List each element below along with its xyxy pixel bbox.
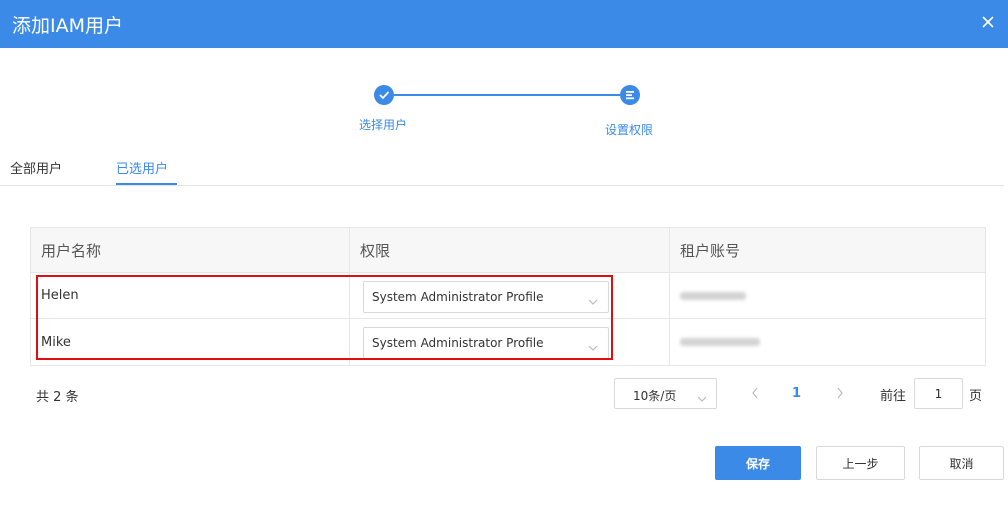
permission-select[interactable]: System Administrator Profile (363, 281, 609, 313)
table-row: Mike System Administrator Profile (31, 319, 985, 365)
total-count: 共 2 条 (36, 390, 79, 405)
step-label-set-permission: 设置权限 (605, 123, 654, 137)
save-button[interactable]: 保存 (715, 446, 801, 480)
prev-page-icon[interactable] (747, 383, 763, 403)
check-icon (374, 85, 394, 105)
dialog-title-bar: 添加IAM用户 (0, 0, 1008, 48)
permission-select-value: System Administrator Profile (372, 290, 544, 304)
username-cell: Helen (41, 288, 79, 303)
tenant-account-redacted (680, 338, 760, 346)
permission-select[interactable]: System Administrator Profile (363, 327, 609, 359)
tab-divider (0, 185, 1004, 186)
page-size-value: 10条/页 (633, 389, 677, 403)
dialog-title: 添加IAM用户 (12, 15, 123, 37)
table-header-row: 用户名称 权限 租户账号 (31, 228, 985, 273)
goto-label: 前往 (880, 389, 907, 404)
column-header-permission: 权限 (349, 228, 669, 272)
list-icon (620, 85, 640, 105)
goto-page-input[interactable] (914, 378, 963, 409)
page-suffix: 页 (969, 389, 983, 404)
permission-select-value: System Administrator Profile (372, 336, 544, 350)
close-icon[interactable] (978, 12, 998, 32)
step-label-select-user: 选择用户 (359, 118, 408, 132)
user-table: 用户名称 权限 租户账号 Helen System Administrator … (30, 227, 986, 366)
tab-all-users[interactable]: 全部用户 (10, 158, 62, 177)
page-number[interactable]: 1 (792, 386, 801, 401)
cancel-button[interactable]: 取消 (919, 446, 1004, 480)
chevron-down-icon (697, 391, 707, 406)
username-cell: Mike (41, 334, 71, 350)
chevron-down-icon (588, 294, 598, 309)
stepper-line (394, 94, 620, 96)
tab-selected-users[interactable]: 已选用户 (116, 158, 168, 177)
chevron-down-icon (588, 340, 598, 355)
column-header-username: 用户名称 (41, 241, 102, 260)
next-page-icon[interactable] (832, 383, 848, 403)
column-header-tenant: 租户账号 (669, 228, 985, 272)
page-size-select[interactable]: 10条/页 (614, 378, 717, 409)
table-row: Helen System Administrator Profile (31, 273, 985, 319)
tenant-account-redacted (680, 292, 746, 300)
previous-step-button[interactable]: 上一步 (816, 446, 905, 480)
